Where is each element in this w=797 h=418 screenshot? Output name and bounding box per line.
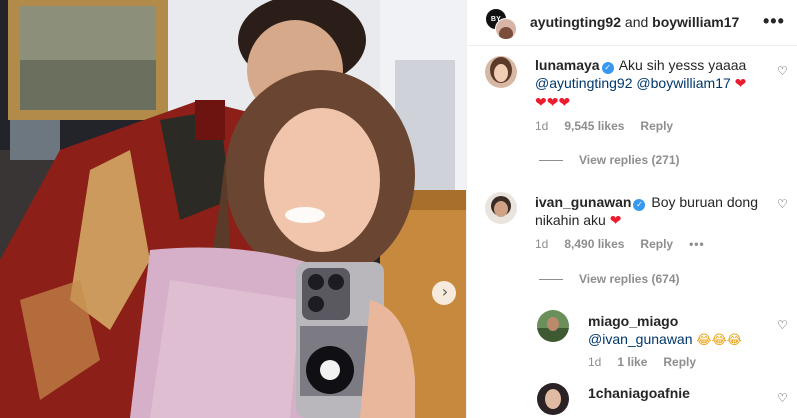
divider-line bbox=[539, 159, 563, 161]
like-comment-icon[interactable]: ♡ bbox=[777, 391, 788, 405]
verified-icon: ✓ bbox=[633, 199, 646, 211]
comment-options-button[interactable]: ••• bbox=[689, 237, 705, 251]
view-replies-label: View replies (674) bbox=[579, 272, 680, 286]
view-replies-button[interactable]: View replies (271) bbox=[539, 153, 680, 167]
like-comment-icon[interactable]: ♡ bbox=[777, 64, 788, 78]
comment-body: Boy buruan dong bbox=[651, 194, 758, 210]
avatar-ayutingting bbox=[495, 18, 517, 40]
chevron-right-icon: › bbox=[441, 282, 449, 301]
comment-username[interactable]: miago_miago bbox=[588, 313, 678, 329]
avatar-ivan-gunawan[interactable] bbox=[485, 192, 517, 224]
next-photo-button[interactable]: › bbox=[432, 281, 456, 305]
avatar-chaniago-image bbox=[545, 389, 561, 409]
avatar-ivan-image bbox=[491, 196, 511, 217]
header-conjunction: and bbox=[624, 14, 649, 30]
post-photo[interactable]: › bbox=[0, 0, 466, 418]
comment-time[interactable]: 1d bbox=[535, 237, 548, 251]
comment-likes[interactable]: 9,545 likes bbox=[564, 119, 624, 133]
comment-text: ivan_gunawan ✓ Boy buruan dong nikahin ak… bbox=[535, 193, 775, 230]
avatar-lunamaya-image bbox=[490, 57, 512, 83]
header-user1[interactable]: ayutingting92 bbox=[530, 14, 621, 30]
heart-emoji: ❤ bbox=[734, 76, 747, 92]
like-comment-icon[interactable]: ♡ bbox=[777, 197, 788, 211]
reply-button[interactable]: Reply bbox=[640, 119, 673, 133]
comment-username[interactable]: 1chaniagoafnie bbox=[588, 385, 690, 401]
reply-button[interactable]: Reply bbox=[640, 237, 673, 251]
avatar-miago[interactable] bbox=[537, 310, 569, 342]
header-usernames: ayutingting92 and boywilliam17 bbox=[530, 14, 739, 30]
view-replies-label: View replies (271) bbox=[579, 153, 680, 167]
comment-time[interactable]: 1d bbox=[535, 119, 548, 133]
header-user2[interactable]: boywilliam17 bbox=[652, 14, 739, 30]
comment-time[interactable]: 1d bbox=[588, 355, 601, 369]
heart-emoji: ❤❤❤ bbox=[535, 95, 571, 111]
collab-avatars[interactable]: BY bbox=[485, 8, 517, 40]
comment-text: lunamaya ✓ Aku sih yesss yaaaa @ayutingti… bbox=[535, 56, 765, 112]
mention-link[interactable]: @ayutingting92 bbox=[535, 75, 633, 91]
comment-body: Aku sih yesss yaaaa bbox=[618, 57, 747, 73]
comment-username[interactable]: ivan_gunawan bbox=[535, 194, 631, 210]
comment-likes[interactable]: 8,490 likes bbox=[564, 237, 624, 251]
comment-username[interactable]: lunamaya bbox=[535, 57, 600, 73]
laughing-emoji: 😂😂😂 bbox=[696, 333, 742, 348]
mention-link[interactable]: @ivan_gunawan bbox=[588, 331, 693, 347]
comment-likes[interactable]: 1 like bbox=[617, 355, 647, 369]
photo-illustration bbox=[0, 0, 466, 418]
divider-line bbox=[539, 278, 563, 280]
reply-button[interactable]: Reply bbox=[663, 355, 696, 369]
comments-panel: BY ayutingting92 and boywilliam17 ••• lu… bbox=[466, 0, 797, 418]
avatar-1chaniagoafnie[interactable] bbox=[537, 383, 569, 415]
more-options-button[interactable]: ••• bbox=[763, 11, 785, 32]
comment-text: miago_miago @ivan_gunawan 😂😂😂 bbox=[588, 312, 778, 350]
comment-meta: 1d 8,490 likes Reply ••• bbox=[535, 237, 705, 251]
avatar-miago-image bbox=[537, 317, 569, 342]
heart-emoji: ❤ bbox=[609, 213, 622, 229]
post-header: BY ayutingting92 and boywilliam17 ••• bbox=[467, 0, 797, 46]
avatar-lunamaya[interactable] bbox=[485, 56, 517, 88]
mention-link[interactable]: @boywilliam17 bbox=[636, 75, 730, 91]
comment-text: 1chaniagoafnie bbox=[588, 384, 778, 402]
verified-icon: ✓ bbox=[601, 62, 614, 74]
view-replies-button[interactable]: View replies (674) bbox=[539, 272, 680, 286]
comment-body: nikahin aku bbox=[535, 212, 606, 228]
like-comment-icon[interactable]: ♡ bbox=[777, 318, 788, 332]
comment-meta: 1d 9,545 likes Reply bbox=[535, 119, 673, 133]
comment-meta: 1d 1 like Reply bbox=[588, 355, 696, 369]
